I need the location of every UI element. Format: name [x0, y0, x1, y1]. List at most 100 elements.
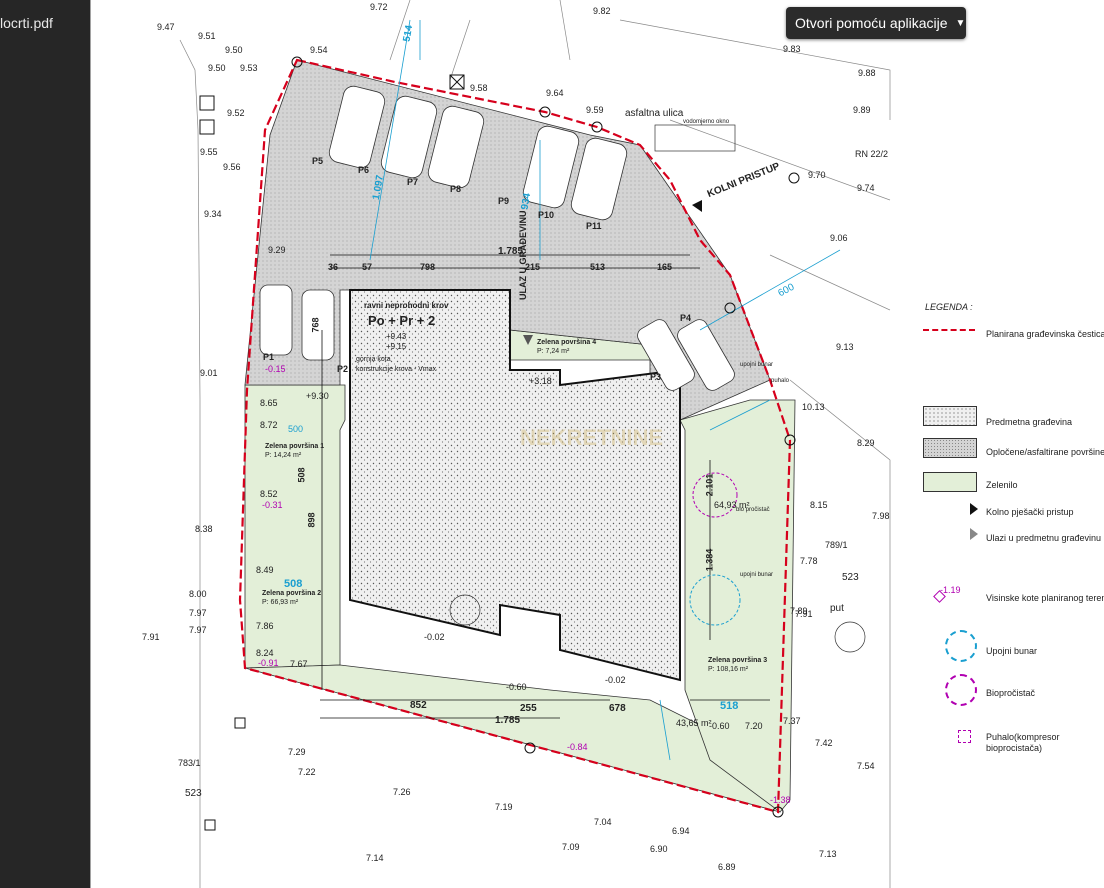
height-label: 9.50	[225, 45, 243, 55]
height-label: 7.09	[562, 842, 580, 852]
level-mark: -0.02	[424, 632, 445, 642]
height-label: 9.88	[858, 68, 876, 78]
building-floors: Po + Pr + 2	[368, 313, 436, 328]
viewer-left-panel: locrti.pdf	[0, 0, 90, 888]
puhalo-label: puhalo	[771, 378, 790, 384]
dim-label: 215	[525, 262, 541, 272]
file-name: locrti.pdf	[0, 15, 53, 31]
height-label: 7.14	[366, 853, 384, 863]
legend-vehicle-access-icon	[970, 503, 978, 515]
parking-label: P11	[586, 221, 602, 231]
dim-label: 2.101	[704, 473, 715, 497]
height-label: 8.65	[260, 398, 278, 408]
level-mark: -0.91	[258, 658, 279, 668]
legend-swatch-building	[923, 406, 977, 426]
height-label: 7.19	[495, 802, 513, 812]
height-label: 7.89	[790, 606, 808, 616]
roof-note-2: konstrukcije krova - Vmax	[356, 366, 437, 373]
open-with-button[interactable]: Otvori pomoću aplikacije ▼	[786, 7, 966, 39]
parking-label: P4	[680, 313, 692, 323]
height-label: 7.54	[857, 761, 875, 771]
height-label: 7.97	[189, 625, 207, 635]
height-label: 9.53	[240, 63, 258, 73]
height-label: 8.24	[256, 648, 274, 658]
dim-label: 508	[296, 467, 307, 483]
height-label: 8.00	[189, 589, 207, 599]
height-label: 7.97	[189, 608, 207, 618]
parking-label: P2	[337, 364, 349, 374]
dim-label: 255	[520, 703, 537, 714]
height-label: 9.64	[546, 88, 564, 98]
legend-swatch-green	[923, 472, 977, 492]
height-label: 7.26	[393, 787, 411, 797]
dim-label: 852	[410, 700, 427, 711]
parking-label: P5	[312, 156, 324, 166]
area-bottom: 43,65 m²	[676, 718, 712, 728]
legend-label: Planirana građevinska čestica	[986, 329, 1104, 339]
height-label: 7.91	[142, 632, 160, 642]
pdf-page[interactable]: ravni neprohodni krov Po + Pr + 2 +9.43 …	[90, 0, 1104, 888]
legend-swatch-paved	[923, 438, 977, 458]
legend-label: Opločene/asfaltirane površine	[986, 447, 1104, 457]
height-label: 7.78	[800, 556, 818, 566]
height-label: 8.49	[256, 565, 274, 575]
legend-label: Ulazi u predmetnu građevinu	[986, 533, 1102, 543]
level-mark: -0.60	[709, 721, 730, 731]
height-label: 9.56	[223, 162, 241, 172]
parking-label: P6	[358, 165, 370, 175]
height-label: 9.83	[783, 44, 801, 54]
green-area-area: P: 7,24 m²	[537, 348, 570, 355]
bunar-label: upojni bunar	[740, 572, 774, 578]
legend-label: Biopročistač	[986, 688, 1036, 698]
water-shaft-label: vodomjerno okno	[683, 119, 730, 125]
dim-label: 678	[609, 703, 626, 714]
green-area-name: Zelena površina 2	[262, 590, 322, 597]
height-label: 9.52	[227, 108, 245, 118]
road-code-label: RN 22/2	[855, 149, 889, 159]
height-label: 6.90	[650, 844, 668, 854]
height-label: 9.89	[853, 105, 871, 115]
height-label: 9.47	[157, 22, 175, 32]
level-mark: +3.18	[529, 376, 552, 386]
parking-label: P7	[407, 177, 419, 187]
dim-label: 165	[657, 262, 673, 272]
legend-label: Puhalo(kompresor bioprocistača)	[986, 732, 1060, 753]
legend-title: LEGENDA :	[925, 302, 973, 312]
height-label: 6.89	[718, 862, 736, 872]
bioprocistac-label: bio pročistač	[736, 507, 770, 513]
parking-label: P9	[498, 196, 510, 206]
height-label: 10.13	[802, 402, 825, 412]
roof-level-2: +9.15	[386, 342, 407, 351]
dim-label: 768	[310, 317, 321, 333]
parking-label: P1	[263, 352, 275, 362]
parcel-label: 523	[185, 788, 202, 799]
green-area-name: Zelena površina 4	[537, 339, 597, 346]
height-label: 9.74	[857, 183, 875, 193]
height-label: 7.37	[783, 716, 801, 726]
height-label: 7.20	[745, 721, 763, 731]
height-label: 9.34	[204, 209, 222, 219]
parking-label: P8	[450, 184, 462, 194]
height-label: 9.55	[200, 147, 218, 157]
legend-label: Kolno pješački pristup	[986, 507, 1074, 517]
height-label: 8.72	[260, 420, 278, 430]
height-label: 8.29	[857, 438, 875, 448]
height-label: 9.01	[200, 368, 218, 378]
legend-entrance-icon	[970, 528, 978, 540]
dim-label: 508	[284, 578, 303, 590]
dim-label: 798	[420, 262, 436, 272]
green-area-area: P: 108,16 m²	[708, 666, 749, 673]
height-label: 7.29	[288, 747, 306, 757]
height-label: 7.04	[594, 817, 612, 827]
height-label: 9.29	[268, 245, 286, 255]
level-mark: -0.15	[265, 364, 286, 374]
open-with-label: Otvori pomoću aplikacije	[795, 15, 948, 31]
chevron-down-icon: ▼	[955, 17, 966, 29]
roof-level: +9.43	[386, 332, 407, 341]
height-label: 7.13	[819, 849, 837, 859]
dim-label: 500	[288, 424, 304, 434]
dim-label: 1.384	[704, 548, 715, 572]
level-mark: -0.84	[567, 742, 588, 752]
height-label: 9.06	[830, 233, 848, 243]
legend-label: Upojni bunar	[986, 646, 1038, 656]
